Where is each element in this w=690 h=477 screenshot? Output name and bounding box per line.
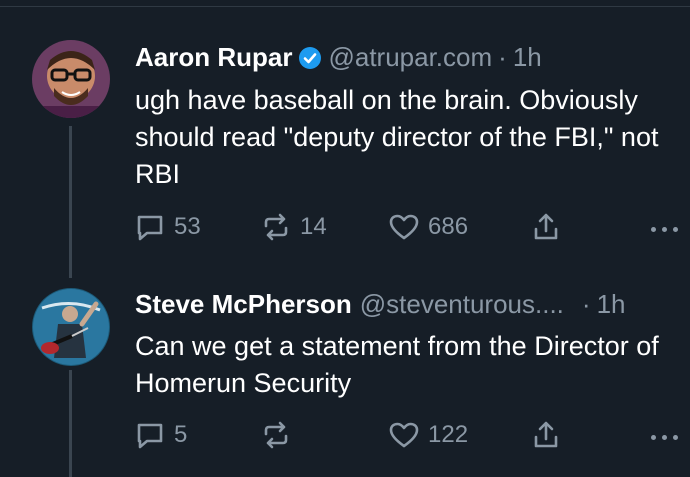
heart-icon xyxy=(389,214,419,240)
more-dots-icon[interactable] xyxy=(651,227,678,232)
post-header: Steve McPherson @steventurous.... · 1h xyxy=(135,288,690,320)
post-header: Aaron Rupar @atrupar.com · 1h xyxy=(135,41,690,73)
repost-button[interactable] xyxy=(260,419,300,451)
author-name[interactable]: Steve McPherson xyxy=(135,288,352,320)
verified-badge-icon xyxy=(298,45,322,69)
timestamp[interactable]: 1h xyxy=(597,288,626,320)
action-bar: 53 14 686 xyxy=(0,211,690,247)
repost-count: 14 xyxy=(300,213,327,240)
repost-icon xyxy=(264,421,288,449)
separator: · xyxy=(581,289,591,319)
share-icon xyxy=(534,421,558,448)
author-name[interactable]: Aaron Rupar xyxy=(135,41,292,73)
post-steve-mcpherson[interactable]: Steve McPherson @steventurous.... · 1h C… xyxy=(0,280,690,477)
reply-button[interactable]: 5 xyxy=(134,419,187,451)
like-count: 686 xyxy=(428,213,469,240)
more-dots-icon[interactable] xyxy=(651,435,678,440)
timestamp[interactable]: 1h xyxy=(513,41,542,73)
like-button[interactable]: 122 xyxy=(388,419,468,451)
action-bar: 5 122 xyxy=(0,419,690,455)
avatar[interactable] xyxy=(32,40,110,118)
post-text: ugh have baseball on the brain. Obviousl… xyxy=(135,85,659,189)
separator: · xyxy=(498,42,507,72)
author-handle[interactable]: @atrupar.com xyxy=(328,41,492,73)
avatar[interactable] xyxy=(32,288,110,366)
reply-icon xyxy=(137,215,163,241)
repost-button[interactable]: 14 xyxy=(260,211,327,243)
reply-count: 5 xyxy=(174,421,188,448)
reply-button[interactable]: 53 xyxy=(134,211,201,243)
like-button[interactable]: 686 xyxy=(388,211,468,243)
repost-icon xyxy=(264,213,288,241)
reply-icon xyxy=(137,423,163,449)
like-count: 122 xyxy=(428,421,469,448)
share-icon xyxy=(534,213,558,240)
share-button[interactable] xyxy=(530,419,562,451)
reply-count: 53 xyxy=(174,213,201,240)
share-button[interactable] xyxy=(530,211,562,243)
post-aaron-rupar[interactable]: Aaron Rupar @atrupar.com · 1h ugh have b… xyxy=(0,0,690,280)
author-handle[interactable]: @steventurous.... xyxy=(360,288,564,320)
heart-icon xyxy=(389,422,419,448)
post-text: Can we get a statement from the Director… xyxy=(135,331,659,398)
